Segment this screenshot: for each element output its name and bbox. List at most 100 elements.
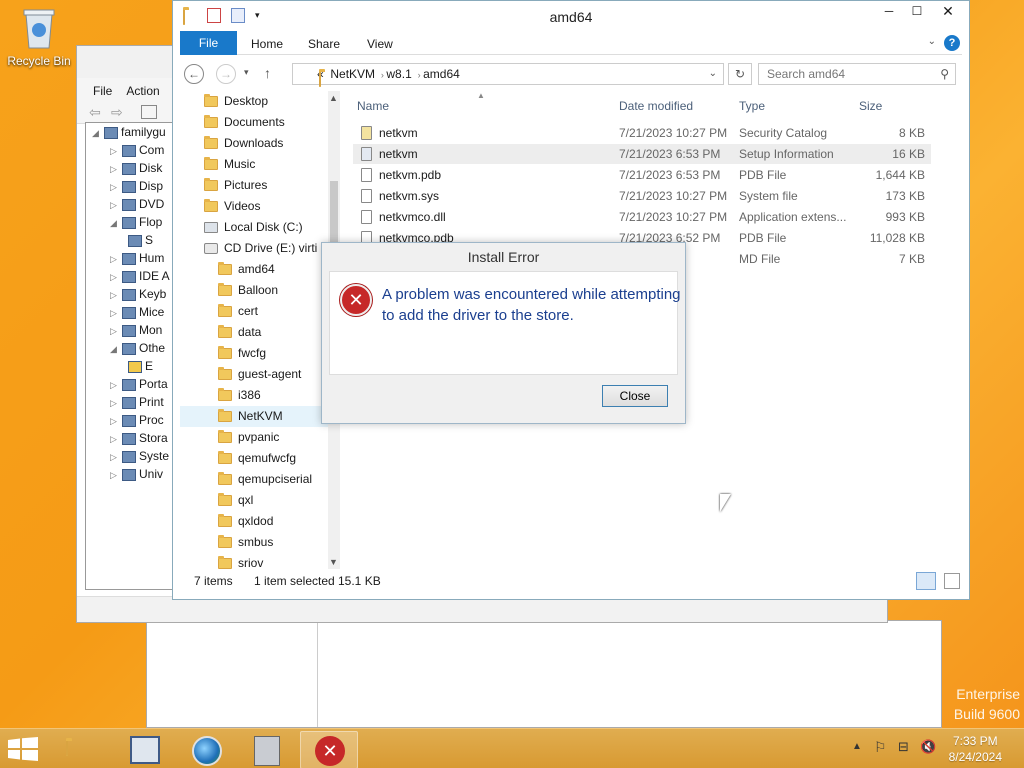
taskbar-install-error[interactable]: ✕ [300, 731, 358, 768]
file-row[interactable]: netkvm 7/21/2023 6:53 PM Setup Information… [353, 144, 931, 164]
file-row[interactable]: netkvm 7/21/2023 10:27 PM Security Catalog… [353, 123, 931, 143]
breadcrumb-netkvm[interactable]: NetKVM [330, 67, 375, 81]
up-button[interactable]: ↑ [264, 65, 271, 81]
nav-item[interactable]: sriov [180, 553, 340, 569]
large-icons-view-icon[interactable] [944, 573, 960, 589]
column-date-modified[interactable]: Date modified [619, 99, 693, 113]
nav-item[interactable]: NetKVM [180, 406, 340, 427]
address-dropdown-icon[interactable]: ⌄ [709, 64, 717, 84]
breadcrumb-w81[interactable]: w8.1 [386, 67, 411, 81]
device-tree-item[interactable]: ▷ Mice [86, 303, 174, 321]
breadcrumb-amd64[interactable]: amd64 [423, 67, 460, 81]
device-tree-item[interactable]: ▷ IDE A [86, 267, 174, 285]
device-tree-item[interactable]: ◢ Flop [86, 213, 174, 231]
back-button[interactable]: ← [184, 64, 204, 84]
refresh-button[interactable]: ↻ [728, 63, 752, 85]
menu-action[interactable]: Action [126, 84, 159, 98]
column-size[interactable]: Size [859, 99, 882, 113]
nav-item[interactable]: Balloon [180, 280, 340, 301]
tab-share[interactable]: Share [308, 31, 340, 57]
device-tree-item[interactable]: E [86, 357, 174, 375]
scroll-up-icon[interactable]: ▲ [329, 93, 338, 103]
tab-view[interactable]: View [367, 31, 393, 57]
start-button[interactable] [8, 737, 38, 764]
action-center-flag-icon[interactable]: ⚐ [874, 739, 887, 756]
device-tree-item[interactable]: ▷ Hum [86, 249, 174, 267]
nav-item[interactable]: qemufwcfg [180, 448, 340, 469]
item-count: 7 items [194, 574, 233, 588]
taskbar-browser[interactable] [178, 731, 236, 768]
device-tree-item[interactable]: ▷ Porta [86, 375, 174, 393]
selection-count: 1 item selected [254, 574, 335, 588]
forward-button[interactable]: → [216, 64, 236, 84]
clock[interactable]: 7:33 PM 8/24/2024 [949, 733, 1002, 765]
details-view-icon[interactable] [916, 572, 936, 590]
taskbar-file-explorer[interactable] [54, 731, 112, 768]
taskbar-installer[interactable] [238, 731, 296, 768]
nav-item[interactable]: smbus [180, 532, 340, 553]
file-row[interactable]: netkvmco.dll 7/21/2023 10:27 PM Applicatio… [353, 207, 931, 227]
explorer-titlebar[interactable]: ▾ amd64 ─ ☐ ✕ [173, 1, 969, 31]
close-button[interactable]: Close [602, 385, 668, 407]
device-tree-item[interactable]: ▷ Mon [86, 321, 174, 339]
chevron-down-icon[interactable]: ⌄ [928, 36, 936, 47]
nav-item[interactable]: Desktop [180, 91, 340, 112]
recycle-bin[interactable]: Recycle Bin [4, 6, 74, 68]
nav-item[interactable]: Music [180, 154, 340, 175]
device-tree-item[interactable]: ▷ Univ [86, 465, 174, 483]
device-tree-item[interactable]: ▷ Syste [86, 447, 174, 465]
nav-item[interactable]: qemupciserial [180, 469, 340, 490]
background-window[interactable] [146, 620, 942, 728]
network-icon[interactable]: ⊟ [898, 739, 909, 755]
device-tree-item[interactable]: ▷ Com [86, 141, 174, 159]
nav-item[interactable]: Local Disk (C:) [180, 217, 340, 238]
column-name[interactable]: Name [357, 99, 389, 113]
nav-item[interactable]: i386 [180, 385, 340, 406]
device-tree-item[interactable]: ◢ Othe [86, 339, 174, 357]
forward-arrow-icon[interactable]: ⇨ [111, 104, 123, 121]
help-icon[interactable]: ? [944, 35, 960, 51]
nav-item[interactable]: amd64 [180, 259, 340, 280]
install-error-dialog[interactable]: Install Error ✕ A problem was encountere… [321, 242, 686, 424]
device-tree-item[interactable]: ▷ Proc [86, 411, 174, 429]
device-tree-item[interactable]: ▷ Disp [86, 177, 174, 195]
minimize-button[interactable]: ─ [875, 1, 903, 21]
nav-item[interactable]: pvpanic [180, 427, 340, 448]
maximize-button[interactable]: ☐ [903, 1, 931, 21]
tab-file[interactable]: File [180, 31, 237, 55]
device-tree-item[interactable]: S [86, 231, 174, 249]
device-tree-item[interactable]: ▷ Disk [86, 159, 174, 177]
device-tree-item[interactable]: ▷ Stora [86, 429, 174, 447]
file-row[interactable]: netkvm.pdb 7/21/2023 6:53 PM PDB File 1,644… [353, 165, 931, 185]
properties-icon[interactable] [141, 105, 157, 119]
nav-item[interactable]: fwcfg [180, 343, 340, 364]
nav-item[interactable]: cert [180, 301, 340, 322]
scroll-down-icon[interactable]: ▼ [329, 557, 338, 567]
device-tree-item[interactable]: ▷ Print [86, 393, 174, 411]
nav-item[interactable]: CD Drive (E:) virti [180, 238, 340, 259]
nav-item[interactable]: qxl [180, 490, 340, 511]
taskbar-device-manager[interactable] [116, 731, 174, 768]
nav-item[interactable]: Downloads [180, 133, 340, 154]
nav-item[interactable]: qxldod [180, 511, 340, 532]
file-row[interactable]: netkvm.sys 7/21/2023 10:27 PM System file 1… [353, 186, 931, 206]
device-tree-root[interactable]: ◢ familygu [86, 123, 174, 141]
address-bar[interactable]: « NetKVM › w8.1 › amd64 ⌄ [292, 63, 724, 87]
menu-file[interactable]: File [93, 84, 112, 98]
recent-locations-icon[interactable]: ▾ [244, 67, 249, 78]
volume-muted-icon[interactable]: 🔇 [920, 739, 936, 755]
close-window-button[interactable]: ✕ [931, 1, 965, 21]
column-type[interactable]: Type [739, 99, 765, 113]
nav-item[interactable]: Videos [180, 196, 340, 217]
device-tree-item[interactable]: ▷ Keyb [86, 285, 174, 303]
show-hidden-icons[interactable]: ▲ [852, 741, 862, 752]
back-arrow-icon[interactable]: ⇦ [89, 104, 101, 121]
nav-item[interactable]: guest-agent [180, 364, 340, 385]
tab-home[interactable]: Home [251, 31, 283, 57]
search-input[interactable]: Search amd64 ⚲ [758, 63, 956, 85]
nav-item[interactable]: Pictures [180, 175, 340, 196]
nav-item[interactable]: data [180, 322, 340, 343]
scrollbar-thumb[interactable] [330, 181, 338, 249]
nav-item[interactable]: Documents [180, 112, 340, 133]
device-tree-item[interactable]: ▷ DVD [86, 195, 174, 213]
